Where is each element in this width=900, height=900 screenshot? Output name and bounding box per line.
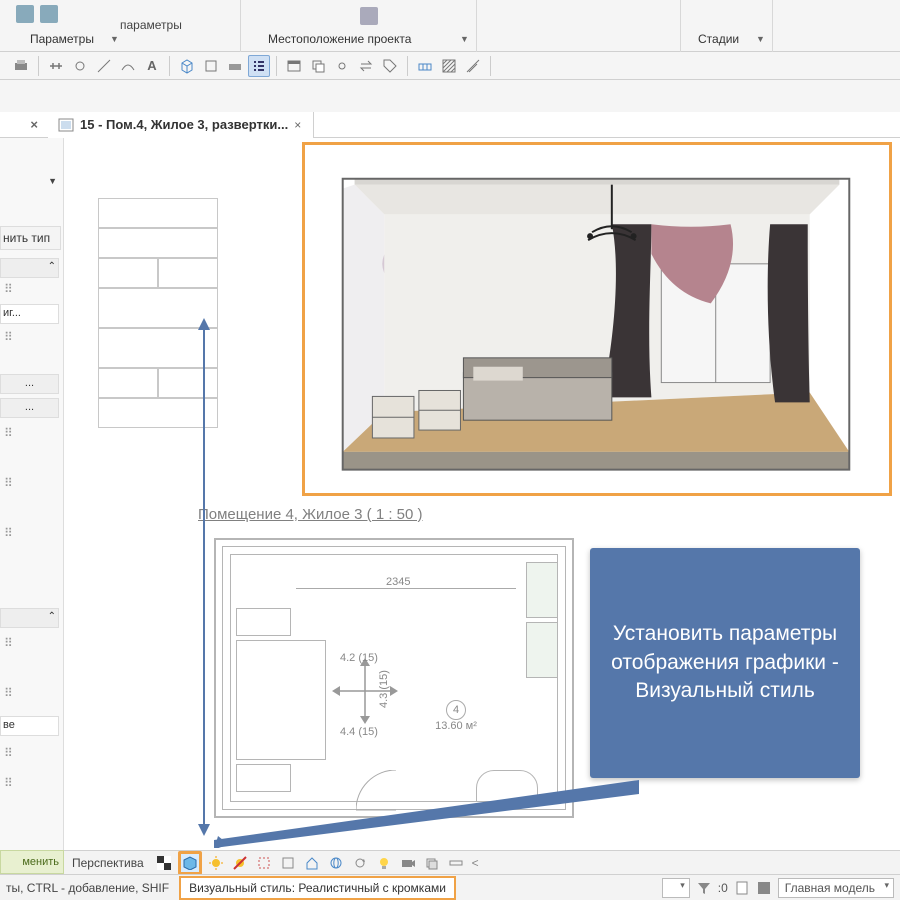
window-icon[interactable] <box>283 55 305 77</box>
cube-icon[interactable] <box>176 55 198 77</box>
dropdown-indicator-icon[interactable]: ▼ <box>110 34 119 44</box>
ribbon-icon-loc[interactable] <box>360 7 378 25</box>
grip-icon[interactable]: ⠿ <box>4 282 12 296</box>
prop-row-btn1[interactable]: ... <box>0 374 59 394</box>
stack-icon[interactable] <box>422 854 442 872</box>
line-icon[interactable] <box>93 55 115 77</box>
ribbon-panel-stages: Стадии <box>698 32 739 46</box>
measure-icon[interactable] <box>462 55 484 77</box>
ribbon-icon-2[interactable] <box>40 5 58 23</box>
filter-icon[interactable] <box>696 880 712 896</box>
grip-icon[interactable]: ⠿ <box>4 526 12 540</box>
view-mode-label: Перспектива <box>72 856 144 870</box>
room-tag: 4 13.60 м² <box>426 700 486 732</box>
sheet-icon <box>58 118 74 132</box>
ribbon-icon-1[interactable] <box>16 5 34 23</box>
swap-icon[interactable] <box>355 55 377 77</box>
sun-icon[interactable] <box>206 854 226 872</box>
status-bar: ты, CTRL - добавление, SHIF Визуальный с… <box>0 874 900 900</box>
room-render <box>315 155 879 485</box>
dim-h: 4.2 (15) <box>340 652 378 664</box>
edit-type-button[interactable]: нить тип <box>0 226 61 250</box>
callout-text: Установить параметры отображения графики… <box>608 620 842 705</box>
visual-style-tooltip: Визуальный стиль: Реалистичный с кромкам… <box>179 876 456 900</box>
align-icon[interactable] <box>45 55 67 77</box>
grip-icon[interactable]: ⠿ <box>4 776 12 790</box>
bulb-icon[interactable] <box>374 854 394 872</box>
ribbon: параметры Параметры ▼ Местоположение про… <box>0 0 900 52</box>
sun-off-icon[interactable] <box>230 854 250 872</box>
visual-style-button[interactable] <box>178 851 202 875</box>
dim-top: 2345 <box>386 576 410 588</box>
grip-icon[interactable]: ⠿ <box>4 686 12 700</box>
hatch-icon[interactable] <box>438 55 460 77</box>
text-icon[interactable]: A <box>141 55 163 77</box>
view-control-bar: Перспектива < <box>64 850 900 874</box>
dim-v: 4.3 (15) <box>378 670 390 708</box>
annotation-callout: Установить параметры отображения графики… <box>590 548 860 778</box>
prop-group-row2[interactable]: ⌃ <box>0 608 59 628</box>
view-tab-strip: × 15 - Пом.4, Жилое 3, развертки... × <box>0 112 900 138</box>
quick-toolbar: A <box>0 52 900 80</box>
globe-icon[interactable] <box>326 854 346 872</box>
tool-icon[interactable] <box>69 55 91 77</box>
status-hint: ты, CTRL - добавление, SHIF <box>0 881 175 895</box>
sheet-grid <box>98 198 218 448</box>
scroll-left-icon[interactable]: < <box>472 856 479 870</box>
camera-icon[interactable] <box>398 854 418 872</box>
link-icon[interactable] <box>331 55 353 77</box>
grip-icon[interactable]: ⠿ <box>4 476 12 490</box>
ribbon-panel-params: Параметры <box>30 32 94 46</box>
crop-icon[interactable] <box>254 854 274 872</box>
checker-icon[interactable] <box>154 854 174 872</box>
grip-icon[interactable]: ⠿ <box>4 636 12 650</box>
copy-icon[interactable] <box>307 55 329 77</box>
dim-b: 4.4 (15) <box>340 726 378 738</box>
model-combo[interactable]: Главная модель <box>778 878 894 898</box>
tab-close-icon[interactable]: × <box>294 118 303 132</box>
model-icon[interactable] <box>756 880 772 896</box>
list-icon[interactable] <box>248 55 270 77</box>
status-zero: :0 <box>718 881 728 895</box>
grip-icon[interactable]: ⠿ <box>4 746 12 760</box>
prop-row-ve[interactable]: ве <box>0 716 59 736</box>
crop2-icon[interactable] <box>278 854 298 872</box>
ruler-icon[interactable] <box>446 854 466 872</box>
view-tab-active[interactable]: 15 - Пом.4, Жилое 3, развертки... × <box>48 112 314 138</box>
render-preview-frame <box>302 142 892 496</box>
tab-title: 15 - Пом.4, Жилое 3, развертки... <box>80 117 288 132</box>
properties-panel: ▼ нить тип ⌃ ⠿ иг... ⠿ ... ... ⠿ ⠿ ⠿ ⌃ ⠿… <box>0 138 64 850</box>
panel-dropdown-icon[interactable]: ▼ <box>48 176 57 186</box>
dropdown-indicator-icon[interactable]: ▼ <box>756 34 765 44</box>
drawing-canvas[interactable]: Помещение 4, Жилое 3 ( 1 : 50 ) 2345 4.2… <box>64 138 900 850</box>
grid-icon[interactable] <box>414 55 436 77</box>
ribbon-panel-location: Местоположение проекта <box>268 32 411 46</box>
grip-icon[interactable]: ⠿ <box>4 426 12 440</box>
curve-icon[interactable] <box>117 55 139 77</box>
dropdown-indicator-icon[interactable]: ▼ <box>460 34 469 44</box>
box-icon[interactable] <box>200 55 222 77</box>
prop-group-row[interactable]: ⌃ <box>0 258 59 278</box>
tab-close-prev[interactable]: × <box>0 117 48 132</box>
prop-row-btn2[interactable]: ... <box>0 398 59 418</box>
page-icon[interactable] <box>734 880 750 896</box>
floor-plan: 2345 4.2 (15) 4.3 (15) 4.4 (15) 4 13.60 … <box>214 538 574 818</box>
refresh-icon[interactable] <box>350 854 370 872</box>
object-icon[interactable] <box>224 55 246 77</box>
apply-button[interactable]: менить <box>0 850 64 874</box>
view-caption: Помещение 4, Жилое 3 ( 1 : 50 ) <box>198 506 423 523</box>
selection-combo[interactable] <box>662 878 690 898</box>
ribbon-label-params: параметры <box>120 18 182 32</box>
grip-icon[interactable]: ⠿ <box>4 330 12 344</box>
tag-icon[interactable] <box>379 55 401 77</box>
home-icon[interactable] <box>302 854 322 872</box>
print-icon[interactable] <box>10 55 32 77</box>
prop-row-ig[interactable]: иг... <box>0 304 59 324</box>
